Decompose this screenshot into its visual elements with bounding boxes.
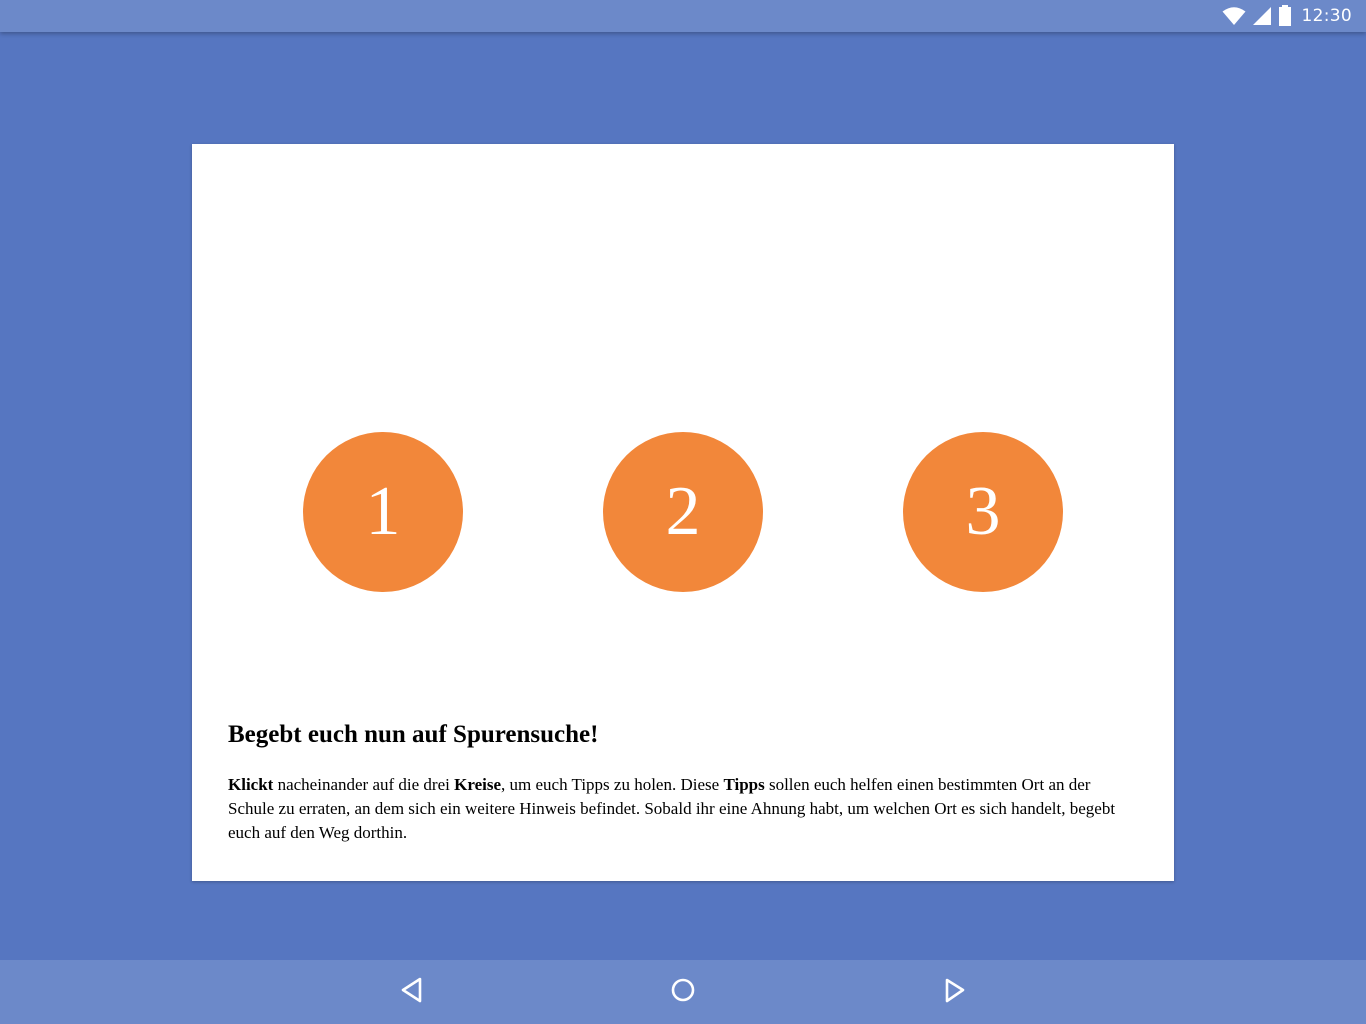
clock: 12:30 <box>1301 6 1352 26</box>
emphasis-klickt: Klickt <box>228 775 274 794</box>
status-bar: 12:30 <box>0 0 1366 32</box>
app-stage: 1 2 3 Begebt euch nun auf Spurensuche! K… <box>0 32 1366 960</box>
home-button[interactable] <box>665 974 701 1010</box>
content-card: 1 2 3 Begebt euch nun auf Spurensuche! K… <box>192 144 1174 881</box>
status-icons: 12:30 <box>1222 0 1353 32</box>
home-circle-icon <box>670 977 696 1007</box>
wifi-icon <box>1222 6 1246 26</box>
hint-circle-1[interactable]: 1 <box>303 432 463 592</box>
headline: Begebt euch nun auf Spurensuche! <box>228 721 599 748</box>
navigation-bar <box>0 960 1366 1024</box>
hint-circle-3[interactable]: 3 <box>903 432 1063 592</box>
instruction-text: Begebt euch nun auf Spurensuche! Klickt … <box>228 719 1138 845</box>
hint-circle-2[interactable]: 2 <box>603 432 763 592</box>
back-triangle-icon <box>399 976 425 1008</box>
paragraph-part-2: , um euch Tipps zu holen. Diese <box>501 775 724 794</box>
battery-icon <box>1278 5 1292 27</box>
emphasis-tipps: Tipps <box>723 775 765 794</box>
back-button[interactable] <box>394 974 430 1010</box>
forward-button[interactable] <box>936 974 972 1010</box>
instruction-paragraph: Klickt nacheinander auf die drei Kreise,… <box>228 773 1138 845</box>
cell-signal-icon <box>1252 6 1272 26</box>
emphasis-kreise: Kreise <box>454 775 502 794</box>
paragraph-part-1: nacheinander auf die drei <box>273 775 455 794</box>
forward-triangle-icon <box>941 976 967 1008</box>
